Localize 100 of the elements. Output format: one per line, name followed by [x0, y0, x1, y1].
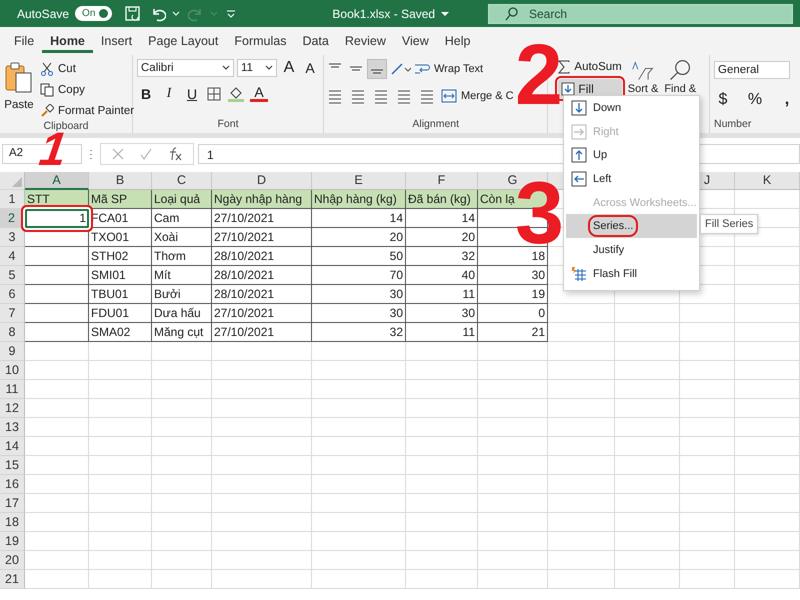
ribbon-tab[interactable]: Insert [92, 29, 140, 53]
comma-button[interactable]: , [778, 91, 796, 109]
autosave-toggle[interactable]: On [75, 6, 112, 21]
merge-button[interactable]: Merge & C [441, 86, 514, 105]
table-cell [89, 551, 152, 570]
row-header[interactable]: 1 [0, 190, 25, 209]
row-header[interactable]: 10 [0, 361, 25, 380]
row-header[interactable]: 6 [0, 285, 25, 304]
ribbon-tab[interactable]: Review [336, 29, 394, 53]
table-cell [680, 399, 735, 418]
fill-color-icon[interactable] [227, 86, 245, 102]
table-cell [89, 399, 152, 418]
table-cell [152, 570, 212, 589]
ribbon-tab[interactable]: File [6, 29, 42, 53]
table-cell: 50 [312, 247, 406, 266]
table-cell [735, 247, 800, 266]
column-header[interactable]: C [152, 172, 212, 190]
shrink-font-button[interactable]: A [301, 60, 319, 76]
row-header[interactable]: 15 [0, 456, 25, 475]
table-cell [152, 513, 212, 532]
table-cell [548, 418, 615, 437]
table-cell [680, 551, 735, 570]
column-header[interactable]: B [89, 172, 152, 190]
underline-button[interactable]: U [183, 86, 201, 102]
table-cell [680, 418, 735, 437]
column-header[interactable]: F [406, 172, 478, 190]
table-cell [152, 475, 212, 494]
sort-filter-button[interactable]: Sort & [628, 59, 658, 95]
row-header[interactable]: 4 [0, 247, 25, 266]
align-icon[interactable] [368, 60, 386, 78]
menu-item[interactable]: Series... [566, 214, 697, 238]
row-header[interactable]: 20 [0, 551, 25, 570]
table-cell: 70 [312, 266, 406, 285]
font-name-field[interactable]: Calibri [137, 59, 234, 77]
row-header[interactable]: 12 [0, 399, 25, 418]
paste-button[interactable]: Paste [4, 59, 34, 111]
row-header[interactable]: 8 [0, 323, 25, 342]
menu-item[interactable]: Down [566, 96, 697, 120]
check-icon[interactable] [139, 147, 153, 161]
row-header[interactable]: 7 [0, 304, 25, 323]
borders-icon[interactable] [206, 86, 222, 102]
ribbon-tab[interactable]: Help [436, 29, 478, 53]
font-color-button[interactable]: A [250, 85, 268, 102]
bold-button[interactable]: B [137, 86, 155, 102]
save-icon[interactable] [124, 4, 142, 22]
table-cell [735, 437, 800, 456]
tooltip: Fill Series [700, 214, 758, 234]
column-header[interactable]: K [735, 172, 800, 190]
table-cell [152, 551, 212, 570]
ribbon-tab[interactable]: View [394, 29, 437, 53]
row-header[interactable]: 3 [0, 228, 25, 247]
column-header[interactable]: D [212, 172, 312, 190]
row-header[interactable]: 17 [0, 494, 25, 513]
ribbon-tab[interactable]: Formulas [226, 29, 294, 53]
row-header[interactable]: 16 [0, 475, 25, 494]
percent-button[interactable]: % [746, 91, 764, 109]
italic-button[interactable]: I [160, 86, 178, 102]
function-icon[interactable] [167, 147, 183, 161]
table-cell: 28/10/2021 [212, 247, 312, 266]
cut-button[interactable]: Cut [40, 59, 134, 78]
menu-item[interactable]: Justify [566, 238, 697, 262]
caret-icon[interactable] [172, 10, 180, 18]
table-cell [735, 342, 800, 361]
column-header[interactable]: A [25, 172, 89, 190]
row-header[interactable]: 11 [0, 380, 25, 399]
table-cell: 11 [406, 323, 478, 342]
caret-icon[interactable] [441, 10, 450, 18]
row-header[interactable]: 18 [0, 513, 25, 532]
ribbon-tab[interactable]: Data [294, 29, 337, 53]
table-cell [615, 361, 680, 380]
row-header[interactable]: 9 [0, 342, 25, 361]
table-cell: 30 [312, 304, 406, 323]
copy-button[interactable]: Copy [40, 80, 134, 99]
font-size-field[interactable]: 11 [237, 59, 277, 77]
row-header[interactable]: 14 [0, 437, 25, 456]
format-painter-button[interactable]: Format Painter [40, 101, 134, 120]
search-field[interactable]: Search [488, 4, 793, 24]
table-cell [25, 570, 89, 589]
table-cell [25, 437, 89, 456]
row-header[interactable]: 19 [0, 532, 25, 551]
table-cell [615, 513, 680, 532]
ribbon-tab[interactable]: Page Layout [140, 29, 226, 53]
menu-item[interactable]: Flash Fill [566, 262, 697, 286]
row-header[interactable]: 5 [0, 266, 25, 285]
row-header[interactable]: 13 [0, 418, 25, 437]
table-cell [680, 532, 735, 551]
table-cell: 32 [406, 247, 478, 266]
number-format-field[interactable]: General [714, 61, 790, 79]
table-cell: TBU01 [89, 285, 152, 304]
table-cell [478, 551, 548, 570]
table-cell [25, 380, 89, 399]
table-cell [548, 437, 615, 456]
customize-icon[interactable] [226, 8, 236, 18]
wrap-text-button[interactable]: Wrap Text [414, 59, 484, 78]
find-button[interactable]: Find & [664, 59, 696, 95]
grow-font-button[interactable]: A [280, 59, 298, 77]
currency-button[interactable]: $ [714, 91, 732, 109]
row-header[interactable]: 21 [0, 570, 25, 589]
column-header[interactable]: E [312, 172, 406, 190]
document-title[interactable]: Book1.xlsx - Saved [332, 6, 436, 20]
